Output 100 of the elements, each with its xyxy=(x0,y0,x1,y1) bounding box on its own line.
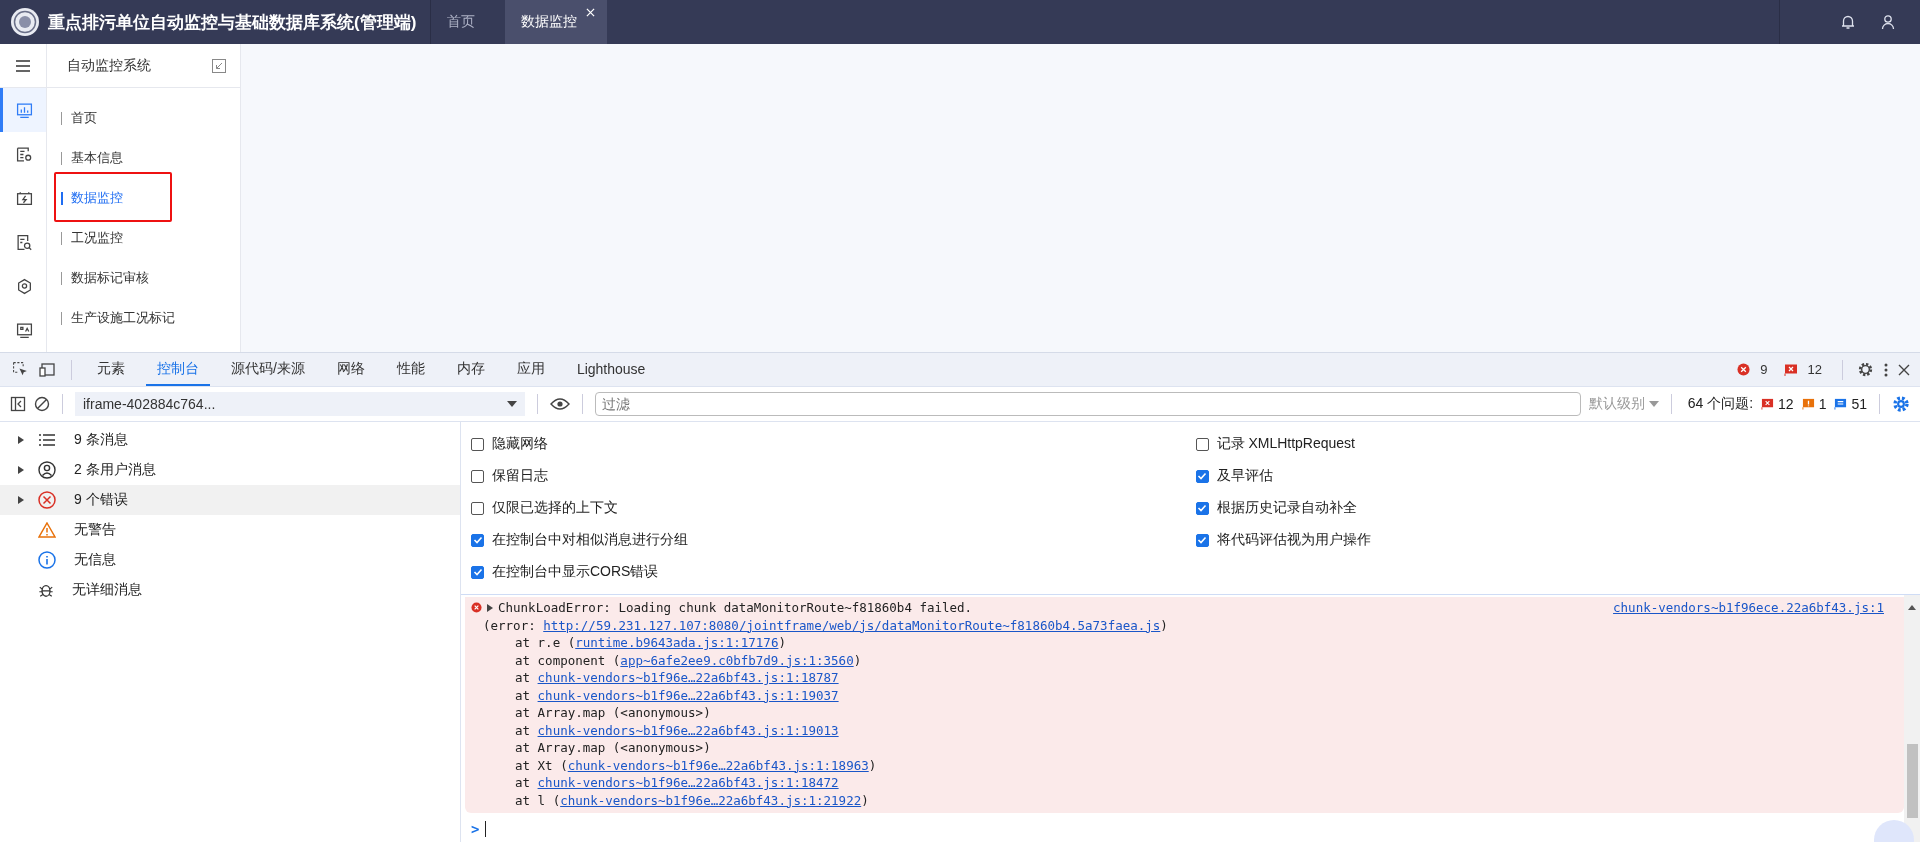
setting-option[interactable]: 仅限已选择的上下文 xyxy=(471,492,1196,524)
scrollbar-thumb[interactable] xyxy=(1906,744,1918,818)
checkbox[interactable] xyxy=(471,533,484,547)
source-link[interactable]: runtime.b9643ada.js:1:17176 xyxy=(575,635,779,650)
bell-icon[interactable] xyxy=(1840,14,1856,30)
devtools-tab[interactable]: 内存 xyxy=(445,353,496,386)
source-link[interactable]: chunk-vendors~b1f96e…22a6bf43.js:1:19013 xyxy=(537,722,839,738)
setting-option[interactable]: 将代码评估视为用户操作 xyxy=(1195,524,1920,556)
devtools-tab[interactable]: 元素 xyxy=(86,353,136,386)
sidebar-toggle-icon[interactable] xyxy=(10,396,26,412)
devtools-tab[interactable]: 控制台 xyxy=(146,353,210,386)
error-icon xyxy=(1737,363,1751,376)
stack-trace-line: at Array.map (<anonymous>) xyxy=(514,739,712,757)
filter-item[interactable]: 无详细消息 xyxy=(0,575,460,605)
source-link[interactable]: chunk-vendors~b1f96e…22a6bf43.js:1:21922 xyxy=(560,792,862,808)
dropdown-icon xyxy=(1648,401,1659,407)
devtools-tab[interactable]: Lighthouse xyxy=(565,353,657,386)
settings-icon[interactable] xyxy=(1857,361,1874,378)
source-link[interactable]: chunk-vendors~b1f96ece.22a6bf43.js:1 xyxy=(1613,599,1884,617)
user-icon[interactable] xyxy=(1880,14,1896,30)
menu-item[interactable]: 生产设施工况标记 xyxy=(61,298,240,338)
warning-flag-icon xyxy=(1801,398,1815,410)
bug-icon xyxy=(38,582,54,598)
page-tab[interactable]: 数据监控 xyxy=(505,0,608,44)
error-icon xyxy=(38,491,56,509)
stack-trace-line: at component (app~6afe2ee9.c0bfb7d9.js:1:3560) xyxy=(514,651,863,669)
stack-trace-line: at l (chunk-vendors~b1f96e…22a6bf43.js:1:21922) xyxy=(514,791,870,809)
checkbox[interactable] xyxy=(1195,469,1209,483)
list-gear-icon xyxy=(16,145,33,163)
setting-option[interactable]: 根据历史记录自动补全 xyxy=(1195,492,1920,524)
checkbox[interactable] xyxy=(1195,501,1209,515)
page-tab[interactable]: 首页 xyxy=(431,0,506,44)
setting-option[interactable]: 及早评估 xyxy=(1195,460,1920,492)
menu-item[interactable]: 工况监控 xyxy=(61,218,240,258)
collapse-icon[interactable] xyxy=(212,58,226,73)
devtools-tab[interactable]: 源代码/来源 xyxy=(220,353,316,386)
source-link[interactable]: chunk-vendors~b1f96e…22a6bf43.js:1:19037 xyxy=(537,687,839,703)
scrollbar[interactable] xyxy=(1904,595,1920,842)
filter-item[interactable]: 无信息 xyxy=(0,545,460,575)
devtools-tab[interactable]: 网络 xyxy=(325,353,376,386)
issue-counter[interactable]: 12 xyxy=(1761,396,1794,412)
source-link[interactable]: chunk-vendors~b1f96e…22a6bf43.js:1:18963 xyxy=(567,757,869,773)
source-link[interactable]: chunk-vendors~b1f96e…22a6bf43.js:1:18472 xyxy=(537,775,839,790)
more-icon[interactable] xyxy=(1884,361,1888,378)
list-icon xyxy=(38,433,56,447)
issue-counter[interactable]: 1 xyxy=(1801,396,1827,412)
menu-item[interactable]: 数据监控 xyxy=(61,178,240,218)
clear-icon[interactable] xyxy=(34,396,50,412)
filter-item[interactable]: 无警告 xyxy=(0,515,460,545)
checkbox[interactable] xyxy=(1195,437,1209,451)
stack-trace-line: at chunk-vendors~b1f96e…22a6bf43.js:1:18472 xyxy=(514,774,840,792)
close-icon[interactable] xyxy=(1898,363,1910,376)
checkbox[interactable] xyxy=(471,469,484,483)
menu-item[interactable]: 基本信息 xyxy=(61,138,240,178)
setting-option[interactable]: 隐藏网络 xyxy=(471,428,1196,460)
setting-option[interactable]: 在控制台中显示CORS错误 xyxy=(471,556,1196,588)
stack-trace-line: at Xt (chunk-vendors~b1f96e…22a6bf43.js:1:18963) xyxy=(514,756,878,774)
source-link[interactable]: app~6afe2ee9.c0bfb7d9.js:1:3560 xyxy=(620,652,854,668)
setting-option[interactable]: 记录 XMLHttpRequest xyxy=(1195,428,1920,460)
checkbox[interactable] xyxy=(471,437,484,451)
scroll-up-icon[interactable] xyxy=(1908,605,1916,610)
stack-trace-line: at chunk-vendors~b1f96e…22a6bf43.js:1:19013 xyxy=(514,721,840,739)
error-count: 9 xyxy=(1760,362,1768,377)
setting-option[interactable]: 在控制台中对相似消息进行分组 xyxy=(471,524,1196,556)
checkbox[interactable] xyxy=(471,565,484,579)
checkbox[interactable] xyxy=(1195,533,1209,547)
context-select[interactable]: iframe-402884c764... xyxy=(75,392,525,416)
checkbox[interactable] xyxy=(471,501,484,515)
info-icon xyxy=(38,551,56,569)
menu-item[interactable]: 首页 xyxy=(61,98,240,138)
menu-title: 自动监控系统 xyxy=(67,56,151,75)
issues-label: 64 个问题: xyxy=(1687,395,1754,413)
filter-item[interactable]: 9 个错误 xyxy=(0,485,460,515)
source-link[interactable]: chunk-vendors~b1f96e…22a6bf43.js:1:18787 xyxy=(537,670,839,685)
expand-icon[interactable] xyxy=(487,603,493,612)
filter-item[interactable]: 2 条用户消息 xyxy=(0,455,460,485)
stack-trace-line: at Array.map (<anonymous>) xyxy=(514,704,712,722)
menu-item[interactable]: 数据标记审核 xyxy=(61,258,240,298)
menu-icon[interactable] xyxy=(15,57,31,74)
issue-flag-icon xyxy=(1783,363,1798,376)
eye-icon[interactable] xyxy=(550,397,570,411)
filter-item[interactable]: 9 条消息 xyxy=(0,425,460,455)
devtools-tab[interactable]: 应用 xyxy=(505,353,556,386)
monitor-icon xyxy=(16,321,33,339)
filter-field[interactable]: 过滤 xyxy=(595,392,1581,416)
issue-count: 12 xyxy=(1807,362,1822,377)
issue-counter[interactable]: 51 xyxy=(1834,396,1867,412)
setting-option[interactable]: 保留日志 xyxy=(471,460,1196,492)
emblem-logo xyxy=(10,7,40,37)
battery-bolt-icon xyxy=(16,189,33,207)
error-text: ChunkLoadError: Loading chunk dataMonitorRoute~f81860b4 failed. xyxy=(498,599,973,617)
inspect-icon[interactable] xyxy=(12,361,29,378)
source-link[interactable]: http://59.231.127.107:8080/jointframe/web/js/dataMonitorRoute~f81860b4.5a73faea.js xyxy=(543,617,1161,633)
user-icon xyxy=(38,461,56,479)
error-icon xyxy=(471,602,482,614)
devtools-tab[interactable]: 性能 xyxy=(385,353,436,386)
device-icon[interactable] xyxy=(39,361,57,378)
settings-icon[interactable] xyxy=(1892,395,1910,413)
chart-icon xyxy=(16,101,33,119)
text-cursor[interactable] xyxy=(485,821,487,837)
